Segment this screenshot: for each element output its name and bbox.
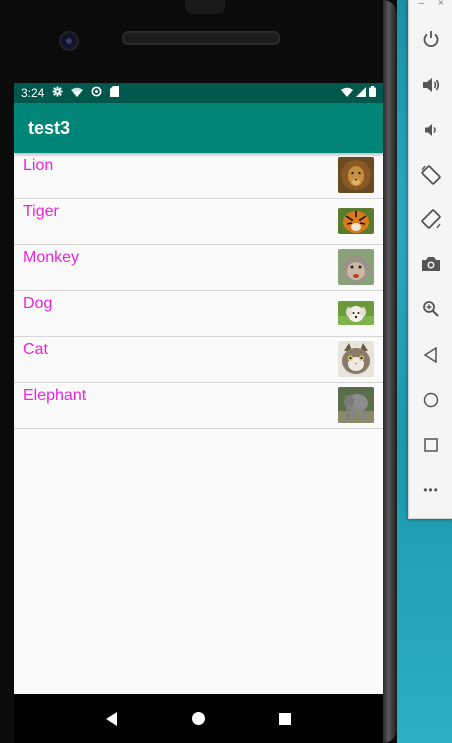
zoom-icon[interactable] <box>409 294 452 324</box>
list-item-label: Dog <box>23 295 53 312</box>
minimize-button[interactable]: – <box>418 0 424 9</box>
monkey-photo-icon <box>338 249 374 285</box>
more-icon[interactable]: ••• <box>409 475 452 505</box>
back-icon[interactable] <box>409 340 452 370</box>
list-item-label: Tiger <box>23 203 59 220</box>
emulator-control-panel: – × ••• <box>408 0 452 519</box>
app-title: test3 <box>28 117 71 138</box>
navigation-bar <box>14 694 383 743</box>
device-screen: 3:24 test3 Lion Tiger Monkey Dog Cat Ele… <box>14 83 383 694</box>
power-icon[interactable] <box>409 24 452 54</box>
volume-up-icon[interactable] <box>409 70 452 100</box>
phone-side-rim <box>383 0 397 743</box>
lion-photo-icon <box>338 157 374 193</box>
dog-photo-icon <box>338 301 374 325</box>
list-item-label: Cat <box>23 341 48 358</box>
status-bar: 3:24 <box>14 83 383 103</box>
front-camera <box>59 31 79 51</box>
list-item[interactable]: Tiger <box>14 199 383 245</box>
tiger-photo-icon <box>338 208 374 234</box>
back-icon[interactable] <box>102 709 122 729</box>
list-item[interactable]: Cat <box>14 337 383 383</box>
wifi-question-icon <box>71 87 84 100</box>
phone-top-bump <box>185 0 225 14</box>
app-bar: test3 <box>14 103 383 153</box>
settings-icon <box>52 86 63 100</box>
list-item-label: Monkey <box>23 249 80 266</box>
list-item[interactable]: Elephant <box>14 383 383 429</box>
status-time: 3:24 <box>21 86 45 100</box>
list-item[interactable]: Dog <box>14 291 383 337</box>
cat-photo-icon <box>338 341 374 377</box>
sd-card-icon <box>110 86 120 100</box>
wifi-signal-icon <box>341 87 353 100</box>
home-icon[interactable] <box>188 709 208 729</box>
close-button[interactable]: × <box>438 0 444 9</box>
home-icon[interactable] <box>409 385 452 415</box>
rotate-left-icon[interactable] <box>409 160 452 190</box>
animal-list[interactable]: Lion Tiger Monkey Dog Cat Elephant <box>14 153 383 429</box>
list-item[interactable]: Lion <box>14 153 383 199</box>
overview-icon[interactable] <box>275 709 295 729</box>
panel-window-controls: – × <box>409 0 452 10</box>
earpiece-speaker <box>122 31 280 45</box>
list-item-label: Elephant <box>23 387 87 404</box>
rotate-right-icon[interactable] <box>409 204 452 234</box>
list-item[interactable]: Monkey <box>14 245 383 291</box>
cell-signal-icon <box>356 86 366 100</box>
camera-icon[interactable] <box>409 249 452 279</box>
overview-icon[interactable] <box>409 430 452 460</box>
data-saver-icon <box>91 86 102 100</box>
volume-down-icon[interactable] <box>409 115 452 145</box>
battery-icon <box>369 86 376 100</box>
elephant-photo-icon <box>338 387 374 423</box>
list-item-label: Lion <box>23 157 54 174</box>
